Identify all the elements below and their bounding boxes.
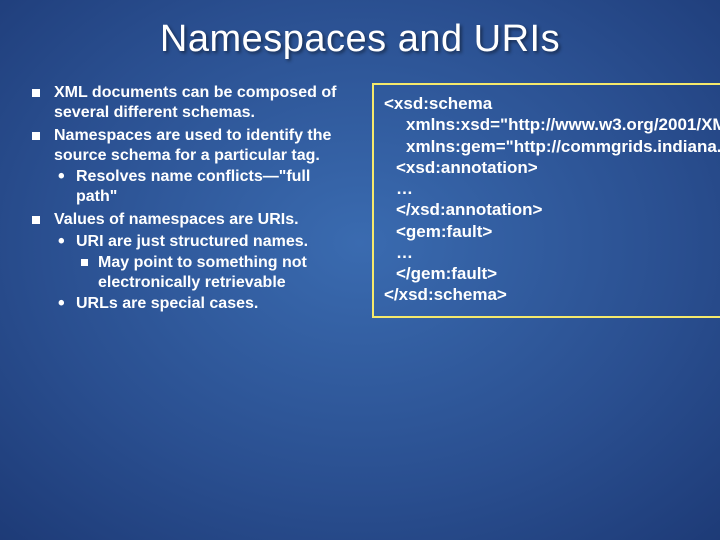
bullet-text: Namespaces are used to identify the sour… — [54, 127, 331, 164]
code-line: <xsd:schema — [384, 94, 492, 113]
bullet-text: URLs are special cases. — [76, 295, 258, 312]
content-columns: XML documents can be composed of several… — [28, 83, 692, 318]
sub-bullet-list: Resolves name conflicts—"full path" — [54, 167, 356, 206]
code-line: … — [384, 178, 720, 199]
code-line: … — [384, 242, 720, 263]
sub-sub-bullet-list: May point to something not electronicall… — [76, 253, 356, 292]
code-line: </xsd:schema> — [384, 285, 507, 304]
bullet-text: Values of namespaces are URIs. — [54, 211, 299, 228]
sub-sub-bullet-item: May point to something not electronicall… — [76, 253, 356, 292]
bullet-item: Namespaces are used to identify the sour… — [28, 126, 356, 206]
bullet-text: Resolves name conflicts—"full path" — [76, 168, 310, 205]
slide: Namespaces and URIs XML documents can be… — [0, 0, 720, 540]
sub-bullet-list: URI are just structured names. May point… — [54, 232, 356, 314]
bullet-item: XML documents can be composed of several… — [28, 83, 356, 122]
bullet-item: Values of namespaces are URIs. URI are j… — [28, 210, 356, 314]
bullet-text: May point to something not electronicall… — [98, 254, 307, 291]
bullet-text: URI are just structured names. — [76, 233, 308, 250]
bullet-column: XML documents can be composed of several… — [28, 83, 356, 318]
code-line: </gem:fault> — [384, 263, 720, 284]
code-line: </xsd:annotation> — [384, 199, 720, 220]
bullet-list: XML documents can be composed of several… — [28, 83, 356, 314]
code-column: <xsd:schema xmlns:xsd="http://www.w3.org… — [372, 83, 720, 318]
sub-bullet-item: Resolves name conflicts—"full path" — [54, 167, 356, 206]
sub-bullet-item: URI are just structured names. May point… — [54, 232, 356, 293]
sub-bullet-item: URLs are special cases. — [54, 294, 356, 314]
code-line: <gem:fault> — [384, 221, 720, 242]
code-line: <xsd:annotation> — [384, 157, 720, 178]
code-box: <xsd:schema xmlns:xsd="http://www.w3.org… — [372, 83, 720, 318]
code-line: xmlns:gem="http://commgrids.indiana.edu/… — [384, 136, 720, 157]
bullet-text: XML documents can be composed of several… — [54, 84, 336, 121]
code-line: xmlns:xsd="http://www.w3.org/2001/XMLSch… — [384, 114, 720, 135]
slide-title: Namespaces and URIs — [28, 18, 692, 61]
